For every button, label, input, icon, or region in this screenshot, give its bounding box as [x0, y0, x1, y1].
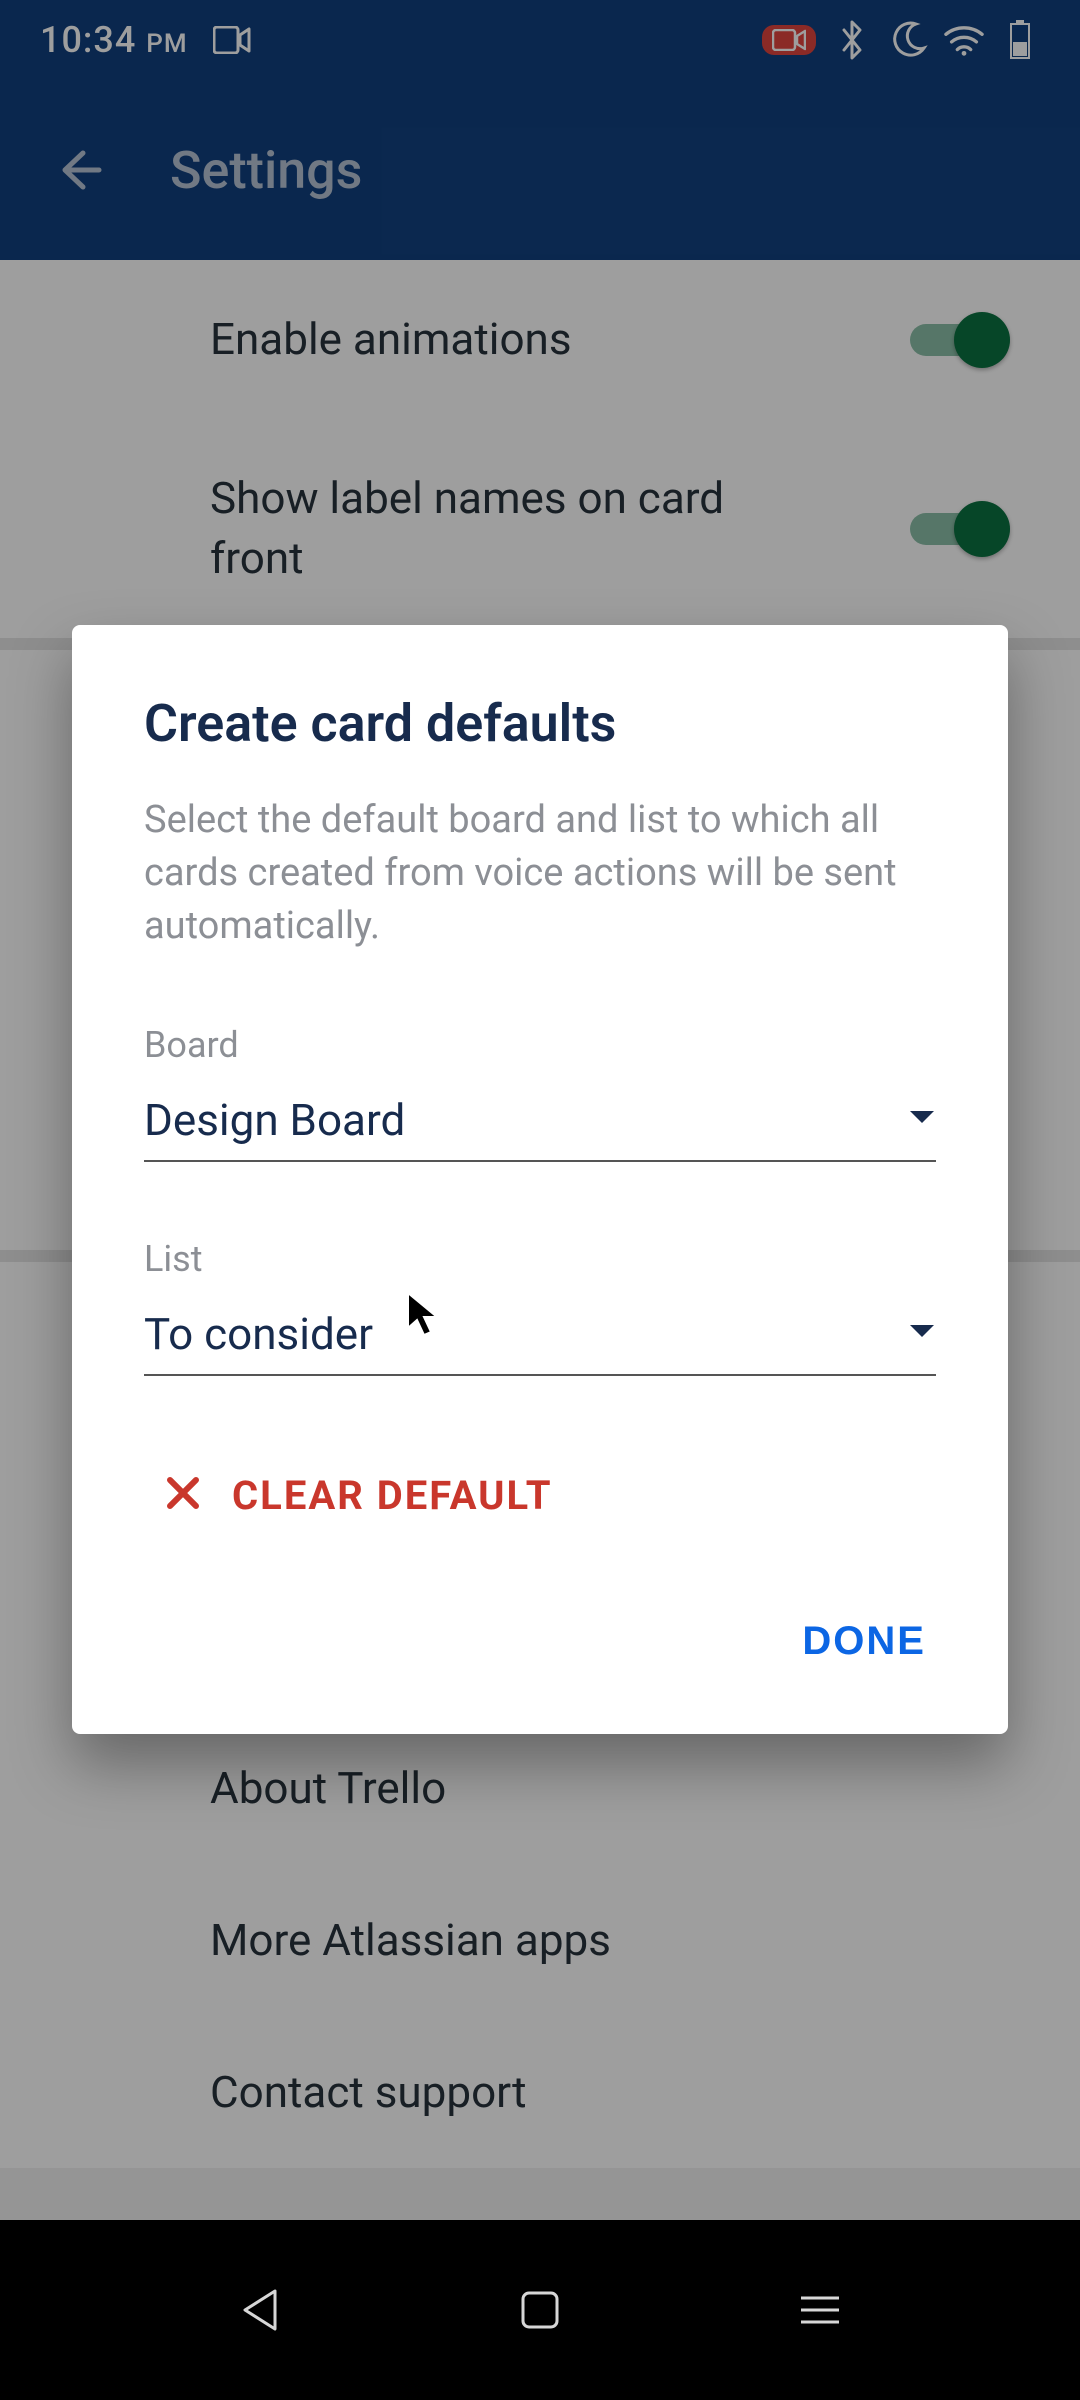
- nav-home-button[interactable]: [510, 2280, 570, 2340]
- dialog-actions: DONE: [144, 1599, 936, 1684]
- list-select[interactable]: To consider: [144, 1308, 936, 1376]
- board-field-label: Board: [144, 1024, 936, 1066]
- list-value: To consider: [144, 1308, 373, 1360]
- screen: 10:34 PM: [0, 0, 1080, 2400]
- clear-default-label: CLEAR DEFAULT: [232, 1472, 552, 1519]
- close-icon: [164, 1474, 202, 1516]
- chevron-down-icon: [908, 1323, 936, 1345]
- done-button[interactable]: DONE: [792, 1599, 936, 1684]
- chevron-down-icon: [908, 1109, 936, 1131]
- dialog-description: Select the default board and list to whi…: [144, 794, 936, 954]
- dialog-title: Create card defaults: [144, 693, 936, 754]
- nav-back-button[interactable]: [230, 2280, 290, 2340]
- board-value: Design Board: [144, 1094, 405, 1146]
- nav-recent-button[interactable]: [790, 2280, 850, 2340]
- list-field-label: List: [144, 1238, 936, 1280]
- board-select[interactable]: Design Board: [144, 1094, 936, 1162]
- clear-default-button[interactable]: CLEAR DEFAULT: [144, 1452, 936, 1519]
- nav-bar: [0, 2220, 1080, 2400]
- create-defaults-dialog: Create card defaults Select the default …: [72, 625, 1008, 1734]
